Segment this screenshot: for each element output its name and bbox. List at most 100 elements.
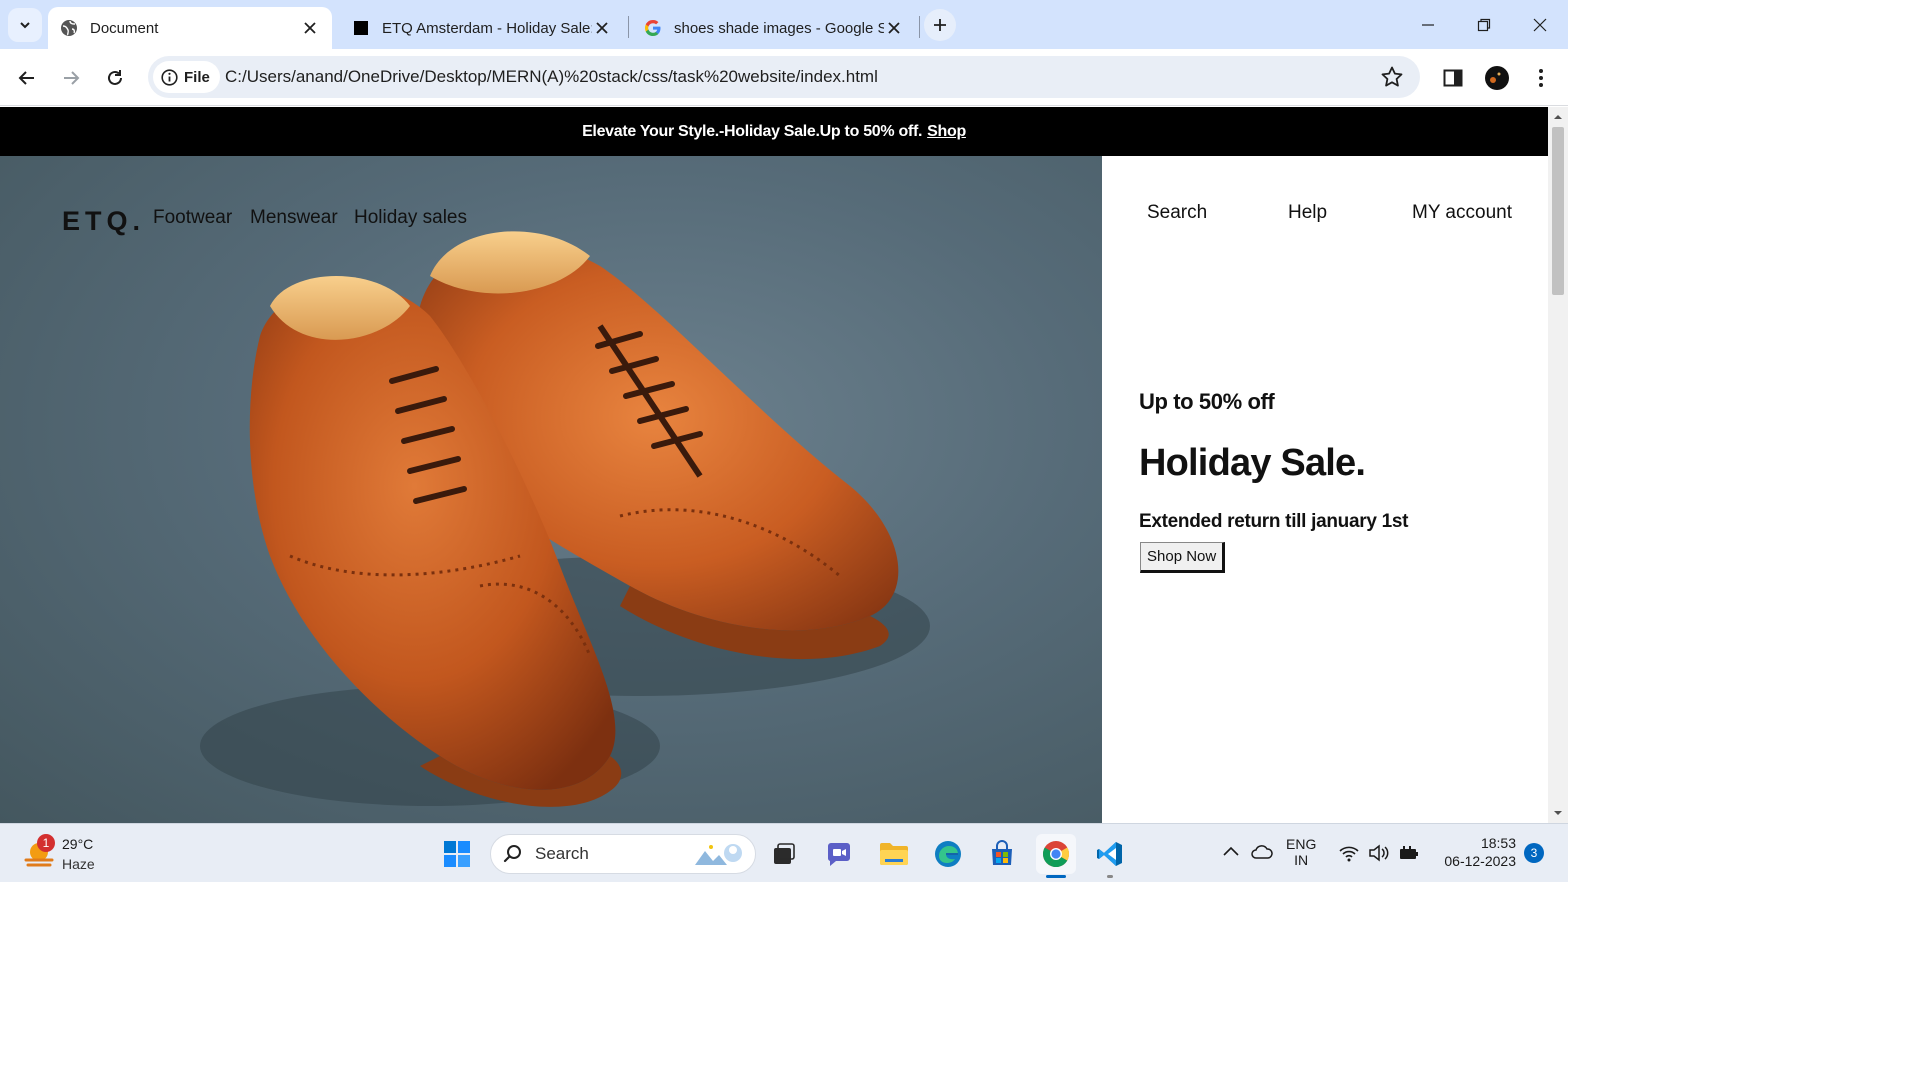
task-view-icon [774,843,795,864]
profile-avatar[interactable] [1482,63,1512,93]
teams-chat-button[interactable] [819,834,859,874]
chrome-button[interactable] [1036,834,1076,878]
scroll-down-icon[interactable] [1548,805,1568,821]
vscode-button[interactable] [1090,834,1130,878]
edge-icon [935,841,961,867]
nav-footwear[interactable]: Footwear [153,207,232,229]
tab-title: shoes shade images - Google S [674,19,884,37]
region-code: IN [1294,852,1309,868]
start-button[interactable] [437,834,477,874]
address-bar[interactable]: File C:/Users/anand/OneDrive/Desktop/MER… [148,56,1420,98]
reload-icon [108,70,122,85]
google-icon [644,19,662,37]
site-info-chip[interactable]: File [153,61,220,93]
tab-title: ETQ Amsterdam - Holiday Sale: [382,19,592,37]
weather-condition: Haze [62,856,95,872]
notification-count: 3 [1530,846,1538,860]
nav-menswear[interactable]: Menswear [250,207,338,229]
minimize-icon [1422,23,1434,26]
hero-image: ETQ. Footwear Menswear Holiday sales [0,156,1102,823]
windows-logo-icon [444,841,470,867]
side-panel-button[interactable] [1438,63,1468,93]
reload-button[interactable] [98,61,132,95]
util-account-link[interactable]: MY account [1412,202,1512,224]
tab-search-button[interactable] [8,8,42,42]
arrow-left-icon [18,71,34,85]
globe-icon [60,19,78,37]
onedrive-tray-button[interactable] [1250,844,1274,865]
kebab-menu-icon [1539,69,1543,87]
show-hidden-icons-button[interactable] [1222,844,1240,863]
running-app-indicator [1107,875,1113,878]
arrow-right-icon [64,71,80,85]
folder-icon [880,843,908,865]
file-explorer-button[interactable] [874,834,914,874]
vscode-icon [1097,842,1122,866]
weather-widget[interactable]: 1 29°C Haze [22,832,112,876]
close-icon [1533,18,1547,31]
volume-icon [1369,844,1389,862]
bookmark-star-icon[interactable] [1380,65,1404,89]
tab-document[interactable]: Document [48,7,332,49]
chevron-down-icon [20,22,30,29]
close-window-button[interactable] [1512,0,1568,49]
brand-logo[interactable]: ETQ. [62,206,145,237]
store-icon [992,840,1012,865]
windows-taskbar: 1 29°C Haze Search ENG IN 18:53 06-12-20… [0,823,1568,882]
active-app-indicator [1046,875,1066,878]
menu-button[interactable] [1526,63,1556,93]
info-icon [161,68,178,86]
wifi-icon [1339,846,1359,862]
clock-time: 18:53 [1480,835,1516,851]
taskbar-search-box[interactable]: Search [490,834,756,874]
clock[interactable]: 18:53 06-12-2023 [1432,835,1516,869]
side-panel-icon [1443,69,1463,87]
scheme-label: File [184,68,210,86]
taskbar-search-placeholder: Search [535,844,589,863]
announcement-shop-link[interactable]: Shop [927,123,966,141]
battery-charging-icon [1400,846,1418,859]
task-view-button[interactable] [764,834,804,874]
clock-date: 06-12-2023 [1444,853,1516,869]
shop-now-button[interactable]: Shop Now [1140,542,1226,573]
cloud-icon [1251,845,1273,859]
restore-button[interactable] [1456,0,1512,49]
announcement-bar: Elevate Your Style.-Holiday Sale.Up to 5… [0,107,1548,156]
chevron-up-icon [1223,846,1239,856]
scroll-up-icon[interactable] [1548,109,1568,125]
url-text[interactable]: C:/Users/anand/OneDrive/Desktop/MERN(A)%… [225,67,878,87]
util-help-link[interactable]: Help [1288,202,1327,224]
tab-google-search[interactable]: shoes shade images - Google S [632,7,916,49]
scrollbar-thumb[interactable] [1552,127,1564,295]
notification-center-button[interactable]: 3 [1524,843,1544,863]
minimize-button[interactable] [1400,0,1456,49]
close-tab-icon[interactable] [592,18,612,38]
promo-panel: Search Help MY account Up to 50% off Hol… [1102,156,1548,823]
page-scrollbar[interactable] [1548,107,1568,823]
microsoft-store-button[interactable] [982,834,1022,874]
back-button[interactable] [10,61,44,95]
restore-icon [1477,18,1491,31]
chrome-icon [1042,841,1070,868]
nav-holiday-sales[interactable]: Holiday sales [354,207,467,229]
search-highlight-icon [695,844,742,865]
page-viewport: Elevate Your Style.-Holiday Sale.Up to 5… [0,107,1548,823]
tab-etq-amsterdam[interactable]: ETQ Amsterdam - Holiday Sale: [340,7,624,49]
promo-subtitle: Up to 50% off [1139,389,1275,414]
language-indicator[interactable]: ENG IN [1286,836,1316,868]
quick-settings-button[interactable] [1336,842,1422,866]
weather-alert-badge: 1 [37,834,55,852]
close-tab-icon[interactable] [300,18,320,38]
tab-strip: Document ETQ Amsterdam - Holiday Sale: s… [0,0,1568,49]
tab-separator [628,16,629,38]
browser-toolbar: File C:/Users/anand/OneDrive/Desktop/MER… [0,49,1568,106]
util-search-link[interactable]: Search [1147,202,1207,224]
tab-title: Document [90,19,159,37]
forward-button[interactable] [54,61,88,95]
black-square-icon [352,19,370,37]
new-tab-button[interactable] [924,9,956,41]
avatar-icon [1485,66,1509,90]
close-tab-icon[interactable] [884,18,904,38]
edge-button[interactable] [928,834,968,874]
weather-temp: 29°C [62,836,94,852]
